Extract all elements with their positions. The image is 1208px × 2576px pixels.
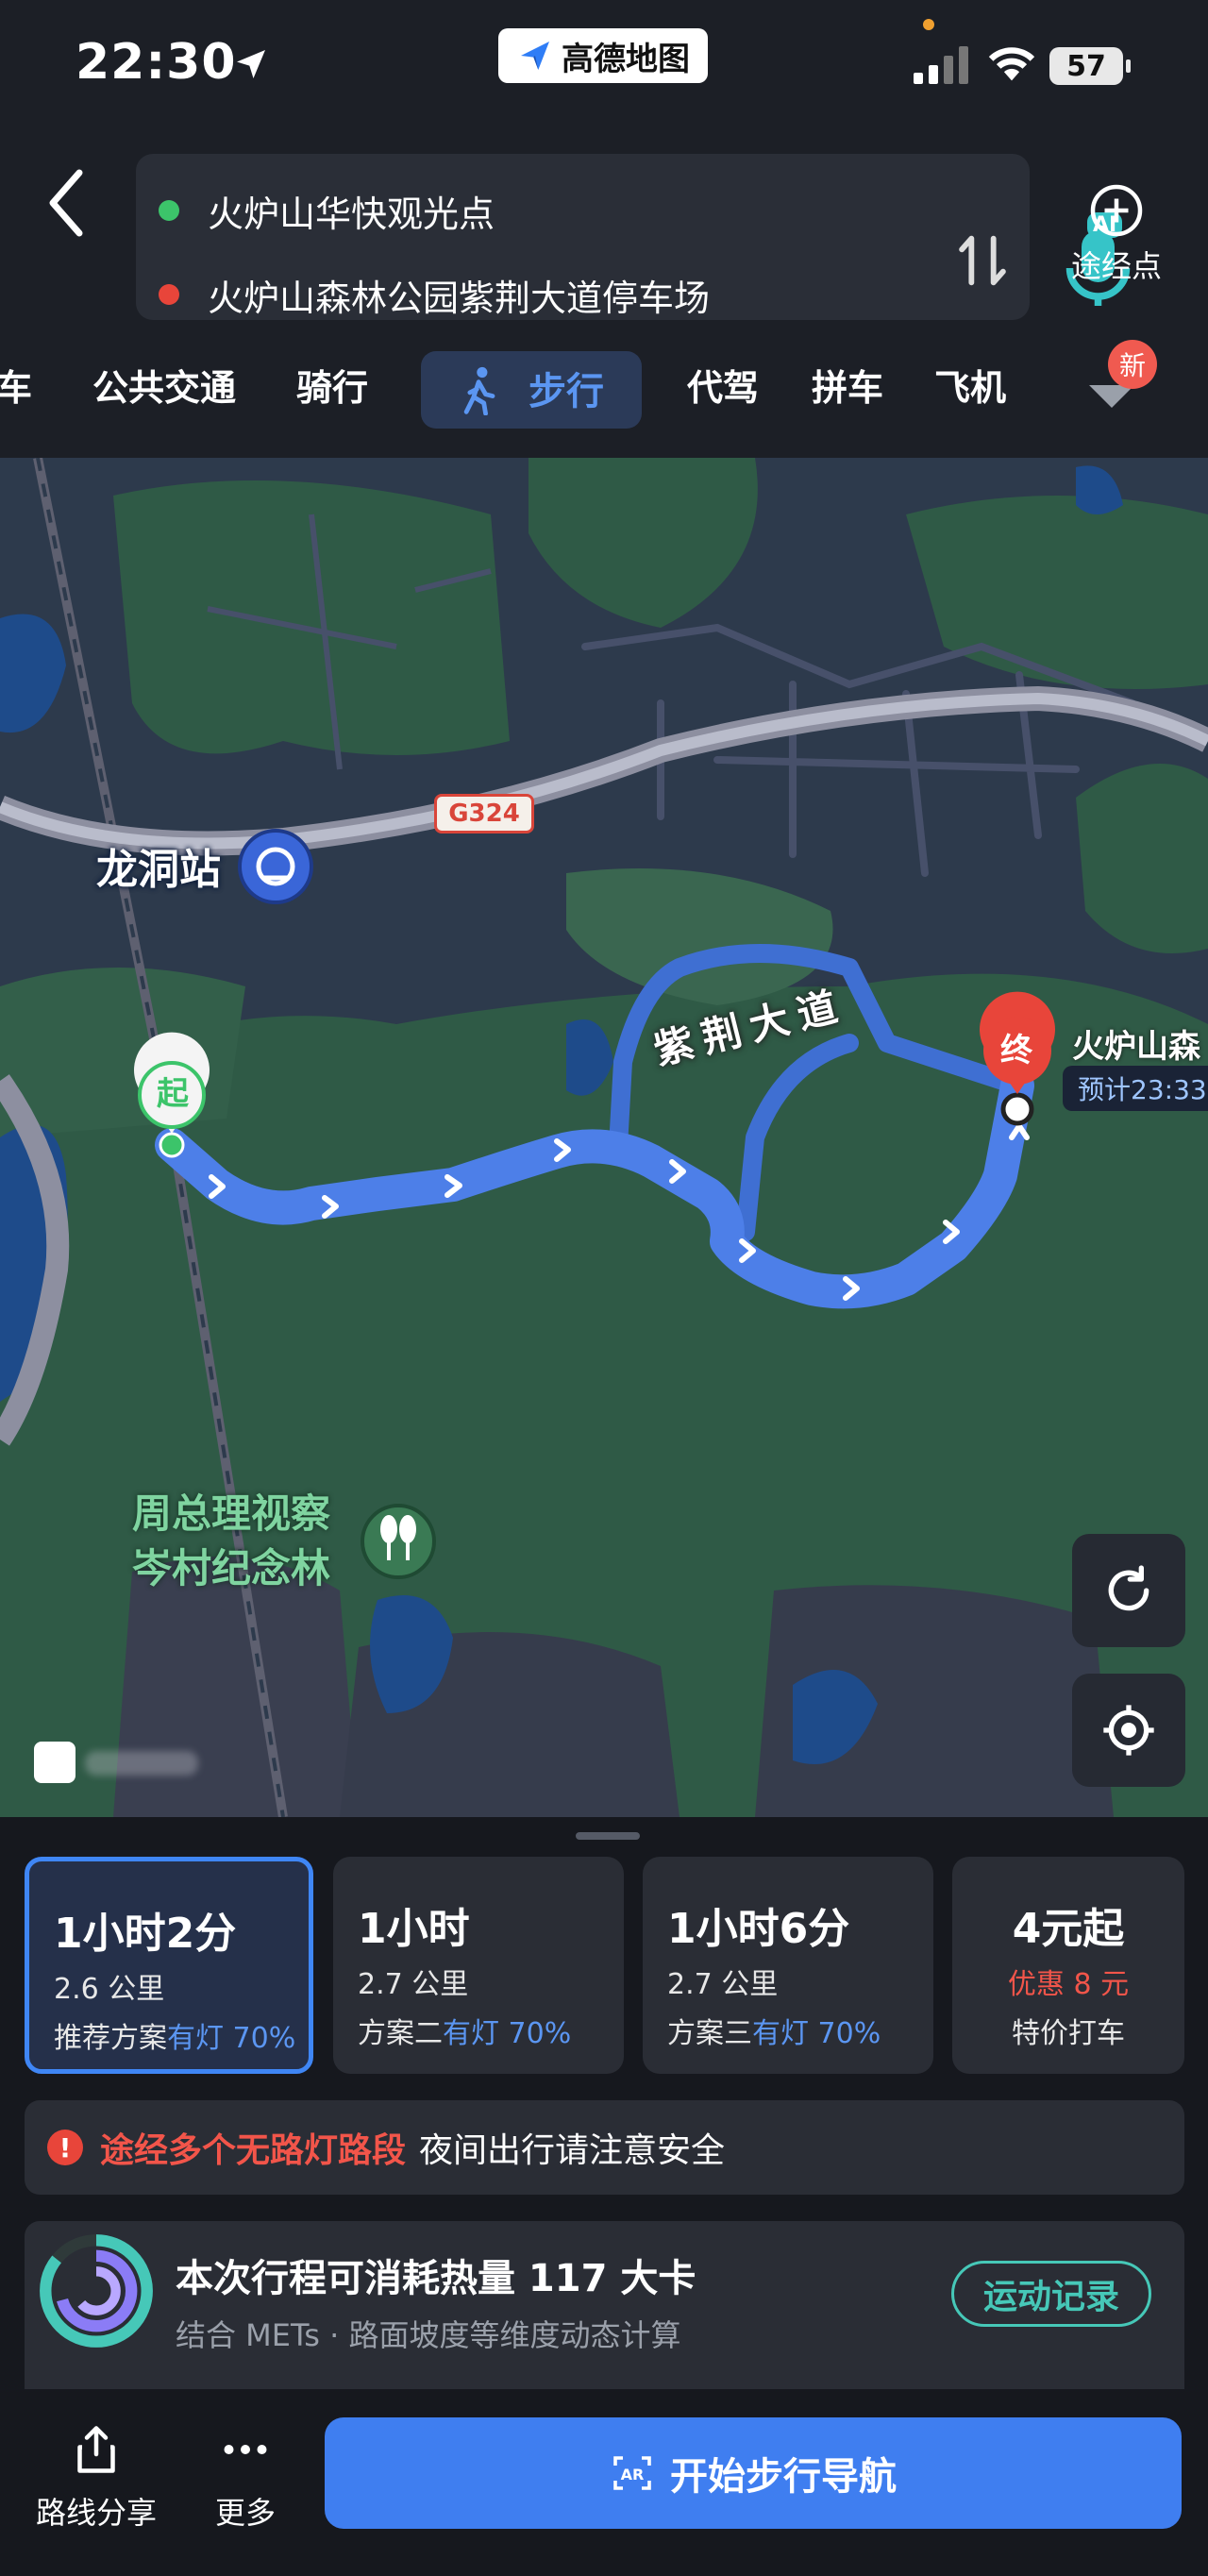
warning-main-text: 途经多个无路灯路段 bbox=[100, 2131, 407, 2170]
bottom-toolbar: 路线分享 更多 AR 开始步行导航 bbox=[0, 2389, 1208, 2576]
plan-time: 1小时6分 bbox=[667, 1905, 850, 1953]
battery-indicator: 57 bbox=[1049, 47, 1131, 85]
tab-transit[interactable]: 公共交通 bbox=[92, 359, 236, 411]
plan-time: 1小时2分 bbox=[54, 1910, 237, 1958]
svg-text:AR: AR bbox=[621, 2466, 645, 2483]
tab-chauffeur[interactable]: 代驾 bbox=[687, 359, 759, 411]
map-provider-logo bbox=[34, 1742, 76, 1783]
wifi-icon bbox=[988, 47, 1035, 81]
location-arrow-icon bbox=[237, 50, 265, 78]
road-badge-g324: G324 bbox=[434, 794, 534, 833]
crosshair-icon bbox=[1103, 1705, 1154, 1756]
amap-logo-icon bbox=[521, 42, 549, 70]
destination-map-label[interactable]: 火炉山森 bbox=[1072, 1020, 1200, 1067]
battery-level: 57 bbox=[1066, 49, 1106, 83]
cellular-signal-icon bbox=[914, 46, 968, 84]
lighting-warning-banner[interactable]: ! 途经多个无路灯路段 夜间出行请注意安全 bbox=[25, 2100, 1184, 2195]
poi-label[interactable]: 周总理视察 岑村纪念林 bbox=[132, 1487, 330, 1596]
origin-label: 火炉山华快观光点 bbox=[208, 193, 495, 235]
add-circle-icon bbox=[1090, 184, 1143, 237]
route-map[interactable]: 龙洞站 G324 紫荆大道 起 终 火炉山森 预计23:33 周总理视察 岑村纪… bbox=[0, 458, 1208, 1817]
calorie-title: 本次行程可消耗热量 117 大卡 bbox=[176, 2257, 696, 2300]
refresh-icon bbox=[1108, 1565, 1149, 1611]
activity-ring-icon bbox=[40, 2234, 153, 2348]
taxi-price: 4元起 bbox=[1012, 1905, 1125, 1953]
add-waypoint-button[interactable]: 途经点 bbox=[1055, 182, 1178, 286]
plan-lighting: 有灯 70% bbox=[167, 2022, 296, 2055]
plan-note: 方案三有灯 70% bbox=[667, 2010, 881, 2051]
station-label[interactable]: 龙洞站 bbox=[96, 835, 221, 896]
app-indicator[interactable]: 高德地图 bbox=[498, 28, 708, 83]
tab-walk[interactable]: 步行 bbox=[421, 351, 642, 429]
route-input-box: 火炉山华快观光点 火炉山森林公园紫荆大道停车场 AI bbox=[136, 154, 1131, 323]
route-bottom-sheet: 1小时2分 2.6 公里 推荐方案有灯 70% 1小时 2.7 公里 方案二有灯… bbox=[0, 1817, 1208, 2576]
start-walking-navigation-button[interactable]: AR 开始步行导航 bbox=[325, 2417, 1182, 2529]
poi-label-line1: 周总理视察 bbox=[132, 1490, 331, 1537]
tab-drive[interactable]: 车 bbox=[0, 359, 32, 411]
plan-distance: 2.7 公里 bbox=[667, 1968, 779, 2001]
plan-lighting: 有灯 70% bbox=[443, 2017, 572, 2050]
plan-note: 推荐方案有灯 70% bbox=[54, 2014, 295, 2056]
start-navigation-label: 开始步行导航 bbox=[670, 2455, 897, 2499]
ar-icon: AR bbox=[613, 2456, 651, 2490]
eta-chip: 预计23:33 bbox=[1063, 1066, 1208, 1111]
route-header: 火炉山华快观光点 火炉山森林公园紫荆大道停车场 AI 途经点 bbox=[0, 137, 1208, 326]
poi-label-line2: 岑村纪念林 bbox=[132, 1545, 331, 1591]
refresh-route-button[interactable] bbox=[1072, 1534, 1185, 1647]
travel-mode-tabs: 车 公共交通 骑行 步行 代驾 拼车 飞机 新 bbox=[0, 340, 1208, 442]
plan-distance: 2.6 公里 bbox=[54, 1973, 165, 2006]
plan-distance: 2.7 公里 bbox=[358, 1968, 469, 2001]
warning-sub-text: 夜间出行请注意安全 bbox=[419, 2131, 726, 2170]
tab-walk-label: 步行 bbox=[528, 370, 604, 413]
locate-me-button[interactable] bbox=[1072, 1674, 1185, 1787]
tab-flight[interactable]: 飞机 bbox=[934, 359, 1006, 411]
route-plan-card-3[interactable]: 1小时6分 2.7 公里 方案三有灯 70% bbox=[643, 1857, 933, 2074]
plan-time: 1小时 bbox=[358, 1905, 470, 1953]
privacy-indicator bbox=[923, 19, 934, 30]
waypoint-label: 途经点 bbox=[1070, 248, 1162, 284]
calorie-card: 本次行程可消耗热量 117 大卡 结合 METs · 路面坡度等维度动态计算 运… bbox=[25, 2221, 1184, 2391]
more-dots-icon bbox=[224, 2445, 267, 2454]
end-marker-label: 终 bbox=[1000, 1032, 1032, 1069]
destination-label: 火炉山森林公园紫荆大道停车场 bbox=[208, 277, 711, 319]
status-time: 22:30 bbox=[76, 34, 237, 91]
new-badge: 新 bbox=[1108, 340, 1157, 389]
more-button[interactable]: 更多 bbox=[179, 2421, 311, 2533]
swap-route-icon[interactable] bbox=[949, 227, 1015, 294]
plan-lighting: 有灯 70% bbox=[752, 2017, 881, 2050]
status-bar: 22:30 高德地图 57 bbox=[0, 0, 1208, 137]
sheet-drag-handle[interactable] bbox=[576, 1832, 640, 1840]
exercise-record-button[interactable]: 运动记录 bbox=[951, 2261, 1151, 2327]
route-plan-card-1[interactable]: 1小时2分 2.6 公里 推荐方案有灯 70% bbox=[25, 1857, 313, 2074]
map-background bbox=[0, 458, 1208, 1817]
taxi-offer-card[interactable]: 4元起 优惠 8 元 特价打车 bbox=[952, 1857, 1184, 2074]
plan-label: 方案三 bbox=[667, 2017, 752, 2050]
origin-field[interactable]: 火炉山华快观光点 bbox=[159, 182, 495, 239]
plan-label: 推荐方案 bbox=[54, 2022, 167, 2055]
map-attribution bbox=[85, 1751, 198, 1776]
share-icon bbox=[77, 2426, 115, 2473]
plan-note: 方案二有灯 70% bbox=[358, 2010, 571, 2051]
destination-dot bbox=[159, 284, 179, 305]
calorie-subtitle: 结合 METs · 路面坡度等维度动态计算 bbox=[176, 2317, 681, 2353]
app-name: 高德地图 bbox=[562, 40, 690, 78]
plan-label: 方案二 bbox=[358, 2017, 443, 2050]
more-label: 更多 bbox=[214, 2495, 276, 2531]
start-marker-label: 起 bbox=[157, 1075, 189, 1113]
back-chevron-icon[interactable] bbox=[38, 165, 94, 241]
share-route-button[interactable]: 路线分享 bbox=[30, 2421, 162, 2533]
origin-dot bbox=[159, 200, 179, 221]
route-plan-card-2[interactable]: 1小时 2.7 公里 方案二有灯 70% bbox=[333, 1857, 624, 2074]
destination-field[interactable]: 火炉山森林公园紫荆大道停车场 bbox=[159, 266, 710, 323]
walking-person-icon bbox=[463, 366, 495, 415]
taxi-label: 特价打车 bbox=[1012, 2017, 1125, 2050]
taxi-discount: 优惠 8 元 bbox=[1007, 1968, 1130, 2001]
share-label: 路线分享 bbox=[35, 2495, 157, 2531]
tab-carpool[interactable]: 拼车 bbox=[812, 359, 883, 411]
tab-bike[interactable]: 骑行 bbox=[296, 359, 368, 411]
warning-icon: ! bbox=[47, 2130, 83, 2165]
